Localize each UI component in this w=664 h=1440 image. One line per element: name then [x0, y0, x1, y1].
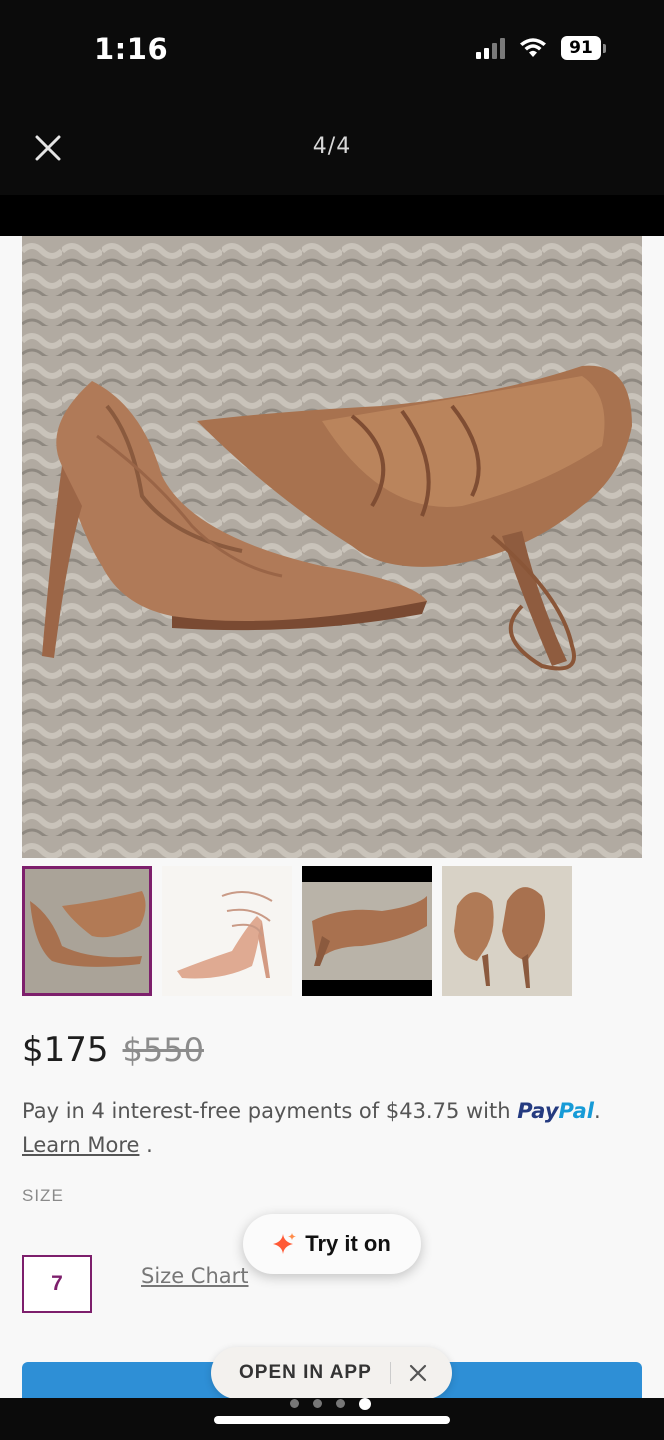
- thumbnail-2[interactable]: [162, 866, 292, 996]
- thumbnail-1[interactable]: [22, 866, 152, 996]
- thumbnail-strip: [22, 866, 572, 996]
- status-icons: 91: [476, 36, 606, 60]
- battery-icon: 91: [561, 36, 606, 60]
- home-indicator[interactable]: [214, 1416, 450, 1424]
- original-price: $550: [122, 1031, 204, 1069]
- image-counter: 4/4: [312, 134, 352, 159]
- dismiss-button[interactable]: [407, 1362, 429, 1384]
- thumbnail-4[interactable]: [442, 866, 572, 996]
- status-bar: 1:16 91: [0, 0, 664, 100]
- page-dot[interactable]: [336, 1399, 345, 1408]
- product-page: $175 $550 Pay in 4 interest-free payment…: [0, 236, 664, 1402]
- divider: [389, 1362, 391, 1384]
- thumbnail-3[interactable]: [302, 866, 432, 996]
- cellular-signal-icon: [476, 37, 505, 59]
- paypal-logo: PayPal: [517, 1099, 594, 1123]
- sparkle-icon: [273, 1233, 297, 1254]
- page-dot-active[interactable]: [359, 1398, 371, 1410]
- price-row: $175 $550: [22, 1030, 204, 1070]
- open-in-app-label: OPEN IN APP: [239, 1362, 372, 1383]
- page-dot[interactable]: [290, 1399, 299, 1408]
- paypal-installments: Pay in 4 interest-free payments of $43.7…: [22, 1094, 642, 1162]
- learn-more-suffix: .: [139, 1133, 153, 1157]
- try-it-on-label: Try it on: [305, 1231, 391, 1256]
- product-main-image[interactable]: [22, 236, 642, 858]
- wifi-icon: [520, 38, 546, 57]
- page-dot[interactable]: [313, 1399, 322, 1408]
- header-spacer: [0, 195, 664, 236]
- gallery-header: 4/4: [0, 100, 664, 195]
- learn-more-link[interactable]: Learn More: [22, 1133, 139, 1157]
- battery-level: 91: [561, 36, 601, 60]
- status-time: 1:16: [94, 32, 169, 66]
- close-icon: [409, 1364, 426, 1382]
- size-label: SIZE: [22, 1186, 64, 1205]
- open-in-app-banner[interactable]: OPEN IN APP: [211, 1347, 452, 1399]
- size-option[interactable]: 7: [22, 1255, 92, 1313]
- page-indicator: [290, 1398, 371, 1410]
- size-chart-link[interactable]: Size Chart: [141, 1264, 249, 1288]
- current-price: $175: [22, 1030, 109, 1070]
- installments-text: Pay in 4 interest-free payments of $43.7…: [22, 1099, 511, 1123]
- paypal-suffix: .: [593, 1099, 601, 1123]
- try-it-on-button[interactable]: Try it on: [243, 1214, 421, 1274]
